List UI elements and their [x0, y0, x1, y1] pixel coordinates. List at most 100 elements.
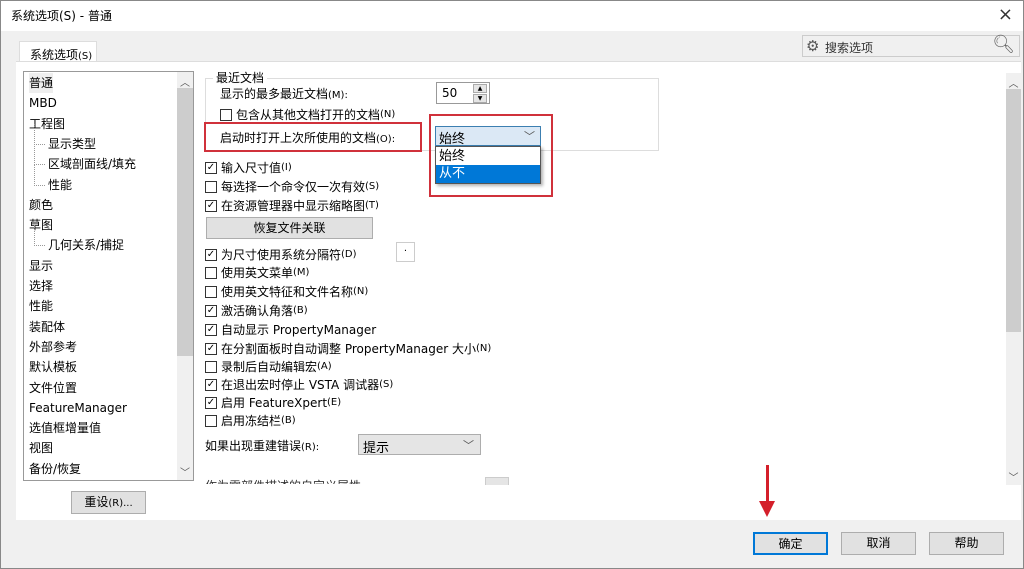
option-label: 在资源管理器中显示缩略图	[221, 199, 366, 213]
option-label: 每选择一个命令仅一次有效	[221, 180, 366, 194]
open-last-value: 始终	[439, 132, 466, 147]
max-recent-text: 显示的最多最近文档	[220, 87, 329, 101]
scroll-down-icon[interactable]: ﹀	[177, 464, 193, 479]
option-checkbox[interactable]: 启用冻结栏 (B)	[205, 412, 296, 429]
rebuild-error-text: 如果出现重建错误	[205, 439, 302, 453]
option-label: 启用 FeatureXpert	[221, 396, 328, 410]
option-accel: (I)	[281, 162, 292, 173]
tree-item[interactable]: FeatureManager	[29, 398, 127, 418]
tree-item[interactable]: 区域剖面线/填充	[33, 144, 136, 174]
max-recent-label: 显示的最多最近文档(M):	[220, 85, 348, 102]
panel-scrollbar[interactable]: ︿ ﹀	[1006, 73, 1021, 485]
open-last-select[interactable]: 始终 ﹀	[435, 126, 541, 147]
checkbox-checked-icon[interactable]: ✓	[205, 342, 217, 355]
option-checkbox[interactable]: ✓ 为尺寸使用系统分隔符 (D)	[205, 246, 357, 263]
checkbox-box[interactable]	[220, 108, 232, 121]
option-checkbox[interactable]: ✓ 启用 FeatureXpert (E)	[205, 394, 341, 411]
tab-system-options[interactable]: 系统选项(S)	[19, 41, 97, 63]
tree-item[interactable]: 默认模板	[29, 357, 77, 377]
annotation-arrow	[759, 465, 775, 517]
checkbox-box[interactable]	[205, 266, 217, 279]
checkbox-box[interactable]	[205, 180, 217, 193]
option-accel: (N)	[353, 286, 369, 297]
recent-docs-label: 最近文档	[213, 69, 268, 86]
option-checkbox[interactable]: ✓ 输入尺寸值 (I)	[205, 159, 292, 176]
checkbox-checked-icon[interactable]: ✓	[205, 161, 217, 174]
option-checkbox[interactable]: ✓ 激活确认角落 (B)	[205, 302, 308, 319]
option-label: 使用英文特征和文件名称	[221, 285, 354, 299]
tree-item[interactable]: 颜色	[29, 195, 53, 215]
scroll-down-icon[interactable]: ﹀	[1006, 469, 1021, 484]
close-icon[interactable]: ×	[998, 4, 1013, 25]
option-checkbox[interactable]: 使用英文特征和文件名称 (N)	[205, 283, 368, 300]
checkbox-box[interactable]	[205, 360, 217, 373]
include-other-checkbox[interactable]: 包含从其他文档打开的文档 (N)	[220, 106, 395, 123]
chevron-down-icon[interactable]: ﹀	[463, 437, 474, 453]
checkbox-checked-icon[interactable]: ✓	[205, 304, 217, 317]
tree-item[interactable]: 选值框增量值	[29, 418, 101, 438]
tree-scroll-thumb[interactable]	[177, 88, 193, 356]
gear-icon[interactable]: ⚙	[806, 37, 819, 55]
help-button[interactable]: 帮助	[929, 532, 1004, 555]
search-icon[interactable]: 🔍︎	[992, 34, 1015, 55]
reset-button[interactable]: 重设(R)...	[71, 491, 146, 514]
arrow-shaft	[766, 465, 769, 505]
checkbox-checked-icon[interactable]: ✓	[205, 199, 217, 212]
include-other-label: 包含从其他文档打开的文档	[236, 108, 381, 122]
checkbox-checked-icon[interactable]: ✓	[205, 323, 217, 336]
tree-item[interactable]: 文件位置	[29, 378, 77, 398]
clipped-row-button[interactable]	[485, 477, 509, 485]
chevron-down-icon[interactable]: ﹀	[524, 128, 535, 144]
option-checkbox[interactable]: 使用英文菜单 (M)	[205, 264, 309, 281]
tree-item[interactable]: 视图	[29, 438, 53, 458]
option-label: 在分割面板时自动调整 PropertyManager 大小	[221, 342, 477, 356]
option-checkbox[interactable]: 每选择一个命令仅一次有效 (S)	[205, 178, 379, 195]
checkbox-checked-icon[interactable]: ✓	[205, 248, 217, 261]
tree-item[interactable]: 显示	[29, 256, 53, 276]
checkbox-checked-icon[interactable]: ✓	[205, 396, 217, 409]
stepper-up-icon[interactable]: ▲	[473, 84, 487, 93]
dropdown-option-never[interactable]: 从不	[436, 165, 540, 183]
rebuild-error-select[interactable]: 提示 ﹀	[358, 434, 481, 456]
rebuild-error-label: 如果出现重建错误(R):	[205, 437, 319, 454]
option-checkbox[interactable]: ✓ 在退出宏时停止 VSTA 调试器 (S)	[205, 376, 393, 393]
tree-item[interactable]: 显示类型	[33, 123, 96, 154]
checkbox-box[interactable]	[205, 414, 217, 427]
tree-item[interactable]: MBD	[29, 93, 57, 113]
open-last-accel: (O):	[376, 134, 396, 145]
stepper-down-icon[interactable]: ▼	[473, 94, 487, 103]
ok-button[interactable]: 确定	[753, 532, 828, 555]
option-label: 自动显示 PropertyManager	[221, 323, 377, 337]
restore-file-association-button[interactable]: 恢复文件关联	[206, 217, 373, 239]
dropdown-option-always[interactable]: 始终	[436, 148, 540, 166]
search-input[interactable]: ⚙ 搜索选项 🔍︎	[802, 34, 1020, 57]
category-tree: ︿ ﹀ 普通 MBD 工程图 显示类型 区域剖面线/填充 性能 颜色 草图 几何关系/捕捉 显示选…	[23, 71, 194, 481]
max-recent-stepper[interactable]: 50 ▲ ▼	[436, 82, 490, 104]
panel-scroll-thumb[interactable]	[1006, 89, 1021, 332]
separator-field[interactable]: .	[396, 242, 415, 262]
tree-item[interactable]: 备份/恢复	[29, 459, 81, 479]
tree-item[interactable]: 普通	[29, 73, 54, 93]
tree-item[interactable]: 性能	[33, 164, 72, 195]
include-other-accel: (N)	[380, 109, 396, 120]
window-title: 系统选项(S) - 普通	[11, 9, 112, 23]
option-checkbox[interactable]: ✓ 在资源管理器中显示缩略图 (T)	[205, 197, 379, 214]
max-recent-accel: (M):	[328, 90, 348, 101]
scroll-up-icon[interactable]: ︿	[177, 74, 193, 89]
arrow-head	[759, 501, 775, 517]
tree-item[interactable]: 性能	[29, 296, 53, 316]
tree-scrollbar[interactable]: ︿ ﹀	[177, 72, 193, 480]
tree-item[interactable]: 几何关系/捕捉	[33, 225, 124, 255]
option-checkbox[interactable]: 录制后自动编辑宏 (A)	[205, 358, 332, 375]
max-recent-value[interactable]: 50	[442, 86, 457, 100]
checkbox-checked-icon[interactable]: ✓	[205, 378, 217, 391]
scroll-up-icon[interactable]: ︿	[1006, 75, 1021, 90]
option-checkbox[interactable]: ✓ 自动显示 PropertyManager	[205, 321, 376, 338]
tree-item[interactable]: 装配体	[29, 317, 65, 337]
tree-item[interactable]: 外部参考	[29, 337, 77, 357]
cancel-button[interactable]: 取消	[841, 532, 916, 555]
tree-item[interactable]: 选择	[29, 276, 53, 296]
option-checkbox[interactable]: ✓ 在分割面板时自动调整 PropertyManager 大小 (N)	[205, 340, 491, 357]
checkbox-box[interactable]	[205, 285, 217, 298]
option-accel: (E)	[327, 397, 342, 408]
